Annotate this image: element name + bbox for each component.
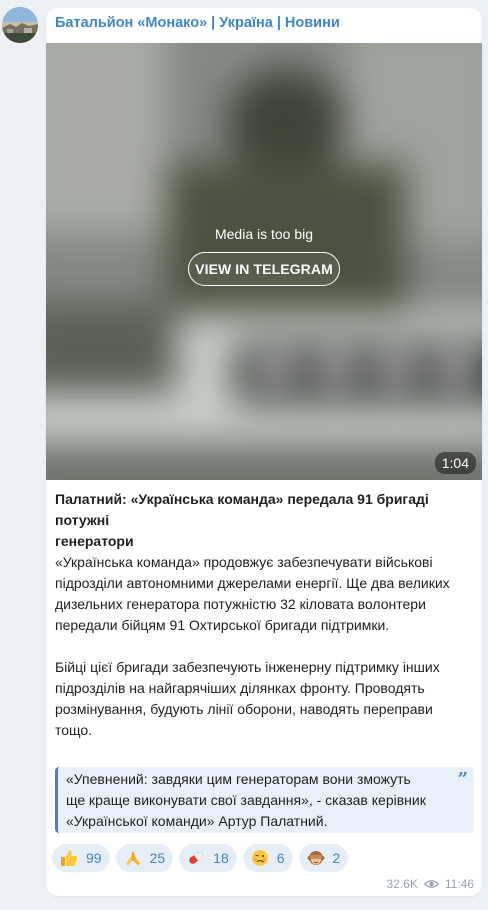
- headline-line: Палатний: «Українська команда» передала …: [55, 491, 429, 528]
- channel-avatar-icon: [2, 7, 38, 43]
- paragraph-line: підрозділи автономними джерелами енергії…: [55, 575, 450, 591]
- quote-line: «Упевнений: завдяки цим генераторам вони…: [66, 771, 411, 787]
- reaction-thumbs-up[interactable]: 99: [52, 844, 110, 872]
- media-too-big-notice: Media is too big: [214, 226, 314, 242]
- post-paragraph: «Українська команда» продовжує забезпечу…: [55, 552, 475, 636]
- thumbs-up-icon: [60, 849, 78, 867]
- reaction-pill[interactable]: 18: [179, 844, 237, 872]
- message-meta: 32.6K 11:46: [387, 877, 475, 891]
- folded-hands-icon: [124, 849, 142, 867]
- pill-icon: [187, 849, 205, 867]
- paragraph-line: «Українська команда» продовжує забезпечу…: [55, 554, 433, 570]
- woozy-face-icon: [251, 849, 269, 867]
- quote-line: «Української команди» Артур Палатний.: [66, 813, 328, 829]
- video-preview[interactable]: Media is too big VIEW IN TELEGRAM 1:04: [46, 43, 482, 480]
- telegram-post-page: Батальйон «Монако» | Україна | Новини Me…: [0, 0, 488, 910]
- reaction-folded-hands[interactable]: 25: [115, 844, 174, 872]
- quote-line: ще краще виконувати свої завдання», - ск…: [66, 792, 426, 808]
- headline-line: генератори: [55, 533, 134, 549]
- reactions-bar: 99 25 18 6 2: [52, 844, 349, 872]
- paragraph-line: підрозділів на найгарячіших ділянках фро…: [55, 680, 425, 696]
- view-in-telegram-button[interactable]: VIEW IN TELEGRAM: [188, 252, 340, 286]
- reaction-see-no-evil-monkey[interactable]: 2: [298, 844, 349, 872]
- reaction-count: 99: [86, 850, 102, 866]
- post-headline: Палатний: «Українська команда» передала …: [55, 489, 475, 552]
- channel-name[interactable]: Батальйон «Монако» | Україна | Новини: [55, 15, 340, 31]
- message-bubble: Батальйон «Монако» | Україна | Новини Me…: [46, 8, 482, 896]
- quote-icon: ”: [457, 769, 468, 790]
- blockquote: «Упевнений: завдяки цим генераторам вони…: [55, 767, 474, 833]
- paragraph-line: тощо.: [55, 722, 93, 738]
- eye-icon: [423, 879, 439, 889]
- paragraph-line: дизельних генератора потужністю 32 кілов…: [55, 596, 426, 612]
- view-count: 32.6K: [386, 877, 418, 891]
- reaction-count: 6: [276, 850, 285, 866]
- message-time: 11:46: [444, 877, 474, 891]
- paragraph-line: Бійці цієї бригади забезпечують інженерн…: [55, 659, 440, 675]
- reaction-count: 2: [332, 850, 341, 866]
- reaction-woozy-face[interactable]: 6: [242, 844, 293, 872]
- paragraph-line: розмінування, будують лінії оборони, нав…: [55, 701, 433, 717]
- see-no-evil-monkey-icon: [307, 849, 325, 867]
- reaction-count: 18: [213, 850, 229, 866]
- video-duration: 1:04: [434, 452, 476, 474]
- reaction-count: 25: [149, 850, 166, 866]
- post-paragraph: Бійці цієї бригади забезпечують інженерн…: [55, 657, 475, 741]
- channel-avatar[interactable]: [2, 7, 38, 43]
- paragraph-line: передали бійцям 91 Охтирської бригади пі…: [55, 617, 390, 633]
